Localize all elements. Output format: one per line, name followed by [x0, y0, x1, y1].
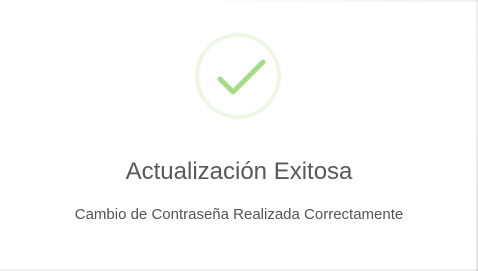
page: Actualización Exitosa Cambio de Contrase… [0, 0, 478, 271]
dialog-message: Cambio de Contraseña Realizada Correctam… [74, 206, 404, 223]
dialog-title: Actualización Exitosa [125, 158, 353, 185]
success-check-icon [195, 33, 281, 119]
checkmark-icon [217, 59, 266, 95]
success-dialog: Actualización Exitosa Cambio de Contrase… [0, 0, 478, 271]
dialog-top-edge [168, 0, 478, 2]
